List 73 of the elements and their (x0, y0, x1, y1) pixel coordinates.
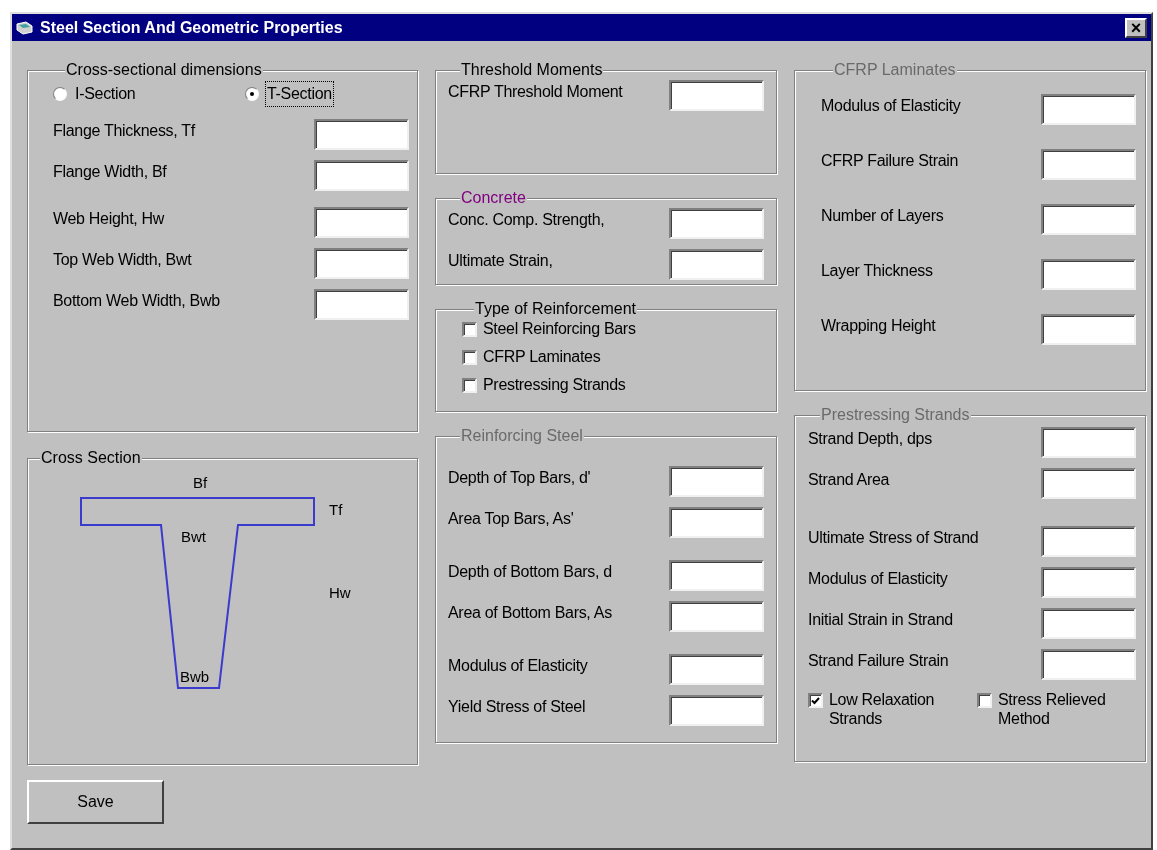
dimension-label: Hw (329, 584, 351, 601)
checkmark-icon (811, 696, 820, 705)
text-field[interactable] (669, 249, 764, 280)
window-app-icon (16, 19, 34, 36)
field-label: Ultimate Stress of Strand (808, 528, 979, 548)
dimension-label: Bf (193, 474, 208, 491)
radio-label[interactable]: T-Section (265, 81, 334, 107)
field-label: Number of Layers (821, 206, 944, 226)
text-field[interactable] (669, 695, 764, 726)
radio-button[interactable] (53, 87, 67, 101)
dimension-label: Bwb (180, 668, 210, 685)
field-label: Depth of Top Bars, d' (448, 468, 591, 488)
field-label: Flange Width, Bf (53, 162, 167, 182)
save-button[interactable]: Save (27, 780, 164, 824)
field-label: Flange Thickness, Tf (53, 121, 195, 141)
group-title: Prestressing Strands (820, 405, 971, 425)
field-label: Initial Strain in Strand (808, 610, 953, 630)
field-label: Modulus of Elasticity (821, 96, 961, 116)
text-field[interactable] (669, 208, 764, 239)
text-field[interactable] (1041, 468, 1136, 499)
text-field[interactable] (314, 119, 409, 150)
text-field[interactable] (1041, 608, 1136, 639)
text-field[interactable] (669, 560, 764, 591)
field-label: Depth of Bottom Bars, d (448, 562, 612, 582)
field-label: CFRP Failure Strain (821, 151, 959, 171)
text-field[interactable] (1041, 259, 1136, 290)
field-label: Yield Stress of Steel (448, 697, 586, 717)
field-label: Wrapping Height (821, 316, 936, 336)
radio-label[interactable]: I-Section (73, 81, 138, 107)
field-label: Area of Bottom Bars, As (448, 603, 612, 623)
text-field[interactable] (314, 248, 409, 279)
field-label: Strand Area (808, 470, 890, 490)
text-field[interactable] (669, 654, 764, 685)
text-field[interactable] (1041, 649, 1136, 680)
text-field[interactable] (669, 507, 764, 538)
text-field[interactable] (1041, 427, 1136, 458)
text-field[interactable] (1041, 204, 1136, 235)
checkbox-label[interactable]: Prestressing Strands (483, 375, 626, 394)
field-label: Top Web Width, Bwt (53, 250, 192, 270)
checkbox[interactable] (462, 378, 477, 393)
text-field[interactable] (1041, 567, 1136, 598)
text-field[interactable] (669, 601, 764, 632)
field-label: Ultimate Strain, (448, 251, 553, 271)
field-label: CFRP Threshold Moment (448, 82, 623, 102)
dimension-label: Tf (329, 501, 343, 518)
field-label: Bottom Web Width, Bwb (53, 291, 220, 311)
checkbox-label[interactable]: Steel Reinforcing Bars (483, 319, 636, 338)
group-title: Reinforcing Steel (460, 426, 584, 446)
text-field[interactable] (1041, 149, 1136, 180)
field-label: Modulus of Elasticity (808, 569, 948, 589)
checkbox[interactable] (462, 350, 477, 365)
window-title: Steel Section And Geometric Properties (40, 17, 344, 38)
text-field[interactable] (669, 80, 764, 111)
text-field[interactable] (669, 466, 764, 497)
text-field[interactable] (1041, 94, 1136, 125)
dimension-label: Bwt (181, 528, 206, 545)
text-field[interactable] (314, 289, 409, 320)
checkbox-label[interactable]: CFRP Laminates (483, 347, 601, 366)
text-field[interactable] (1041, 314, 1136, 345)
group-title: Type of Reinforcement (474, 299, 637, 319)
field-label: Web Height, Hw (53, 209, 165, 229)
field-label: Layer Thickness (821, 261, 933, 281)
checkbox[interactable] (462, 322, 477, 337)
text-field[interactable] (314, 207, 409, 238)
text-field[interactable] (1041, 526, 1136, 557)
text-field[interactable] (314, 160, 409, 191)
radio-button[interactable] (245, 87, 259, 101)
field-label: Conc. Comp. Strength, (448, 210, 605, 230)
field-label: Strand Failure Strain (808, 651, 949, 671)
close-button[interactable]: × (1125, 17, 1147, 38)
field-label: Modulus of Elasticity (448, 656, 588, 676)
field-label: Area Top Bars, As' (448, 509, 574, 529)
field-label: Strand Depth, dps (808, 429, 932, 449)
